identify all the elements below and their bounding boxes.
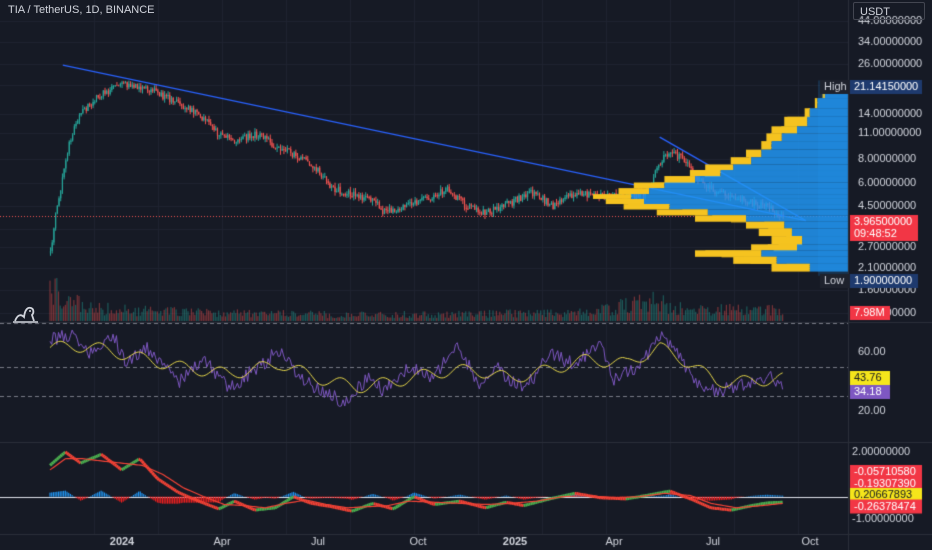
tradingview-logo-icon[interactable] <box>12 303 42 325</box>
currency-selector[interactable]: USDT <box>853 2 925 20</box>
price-chart-canvas[interactable] <box>0 0 932 550</box>
chart-title: TIA / TetherUS, 1D, BINANCE <box>8 4 155 16</box>
